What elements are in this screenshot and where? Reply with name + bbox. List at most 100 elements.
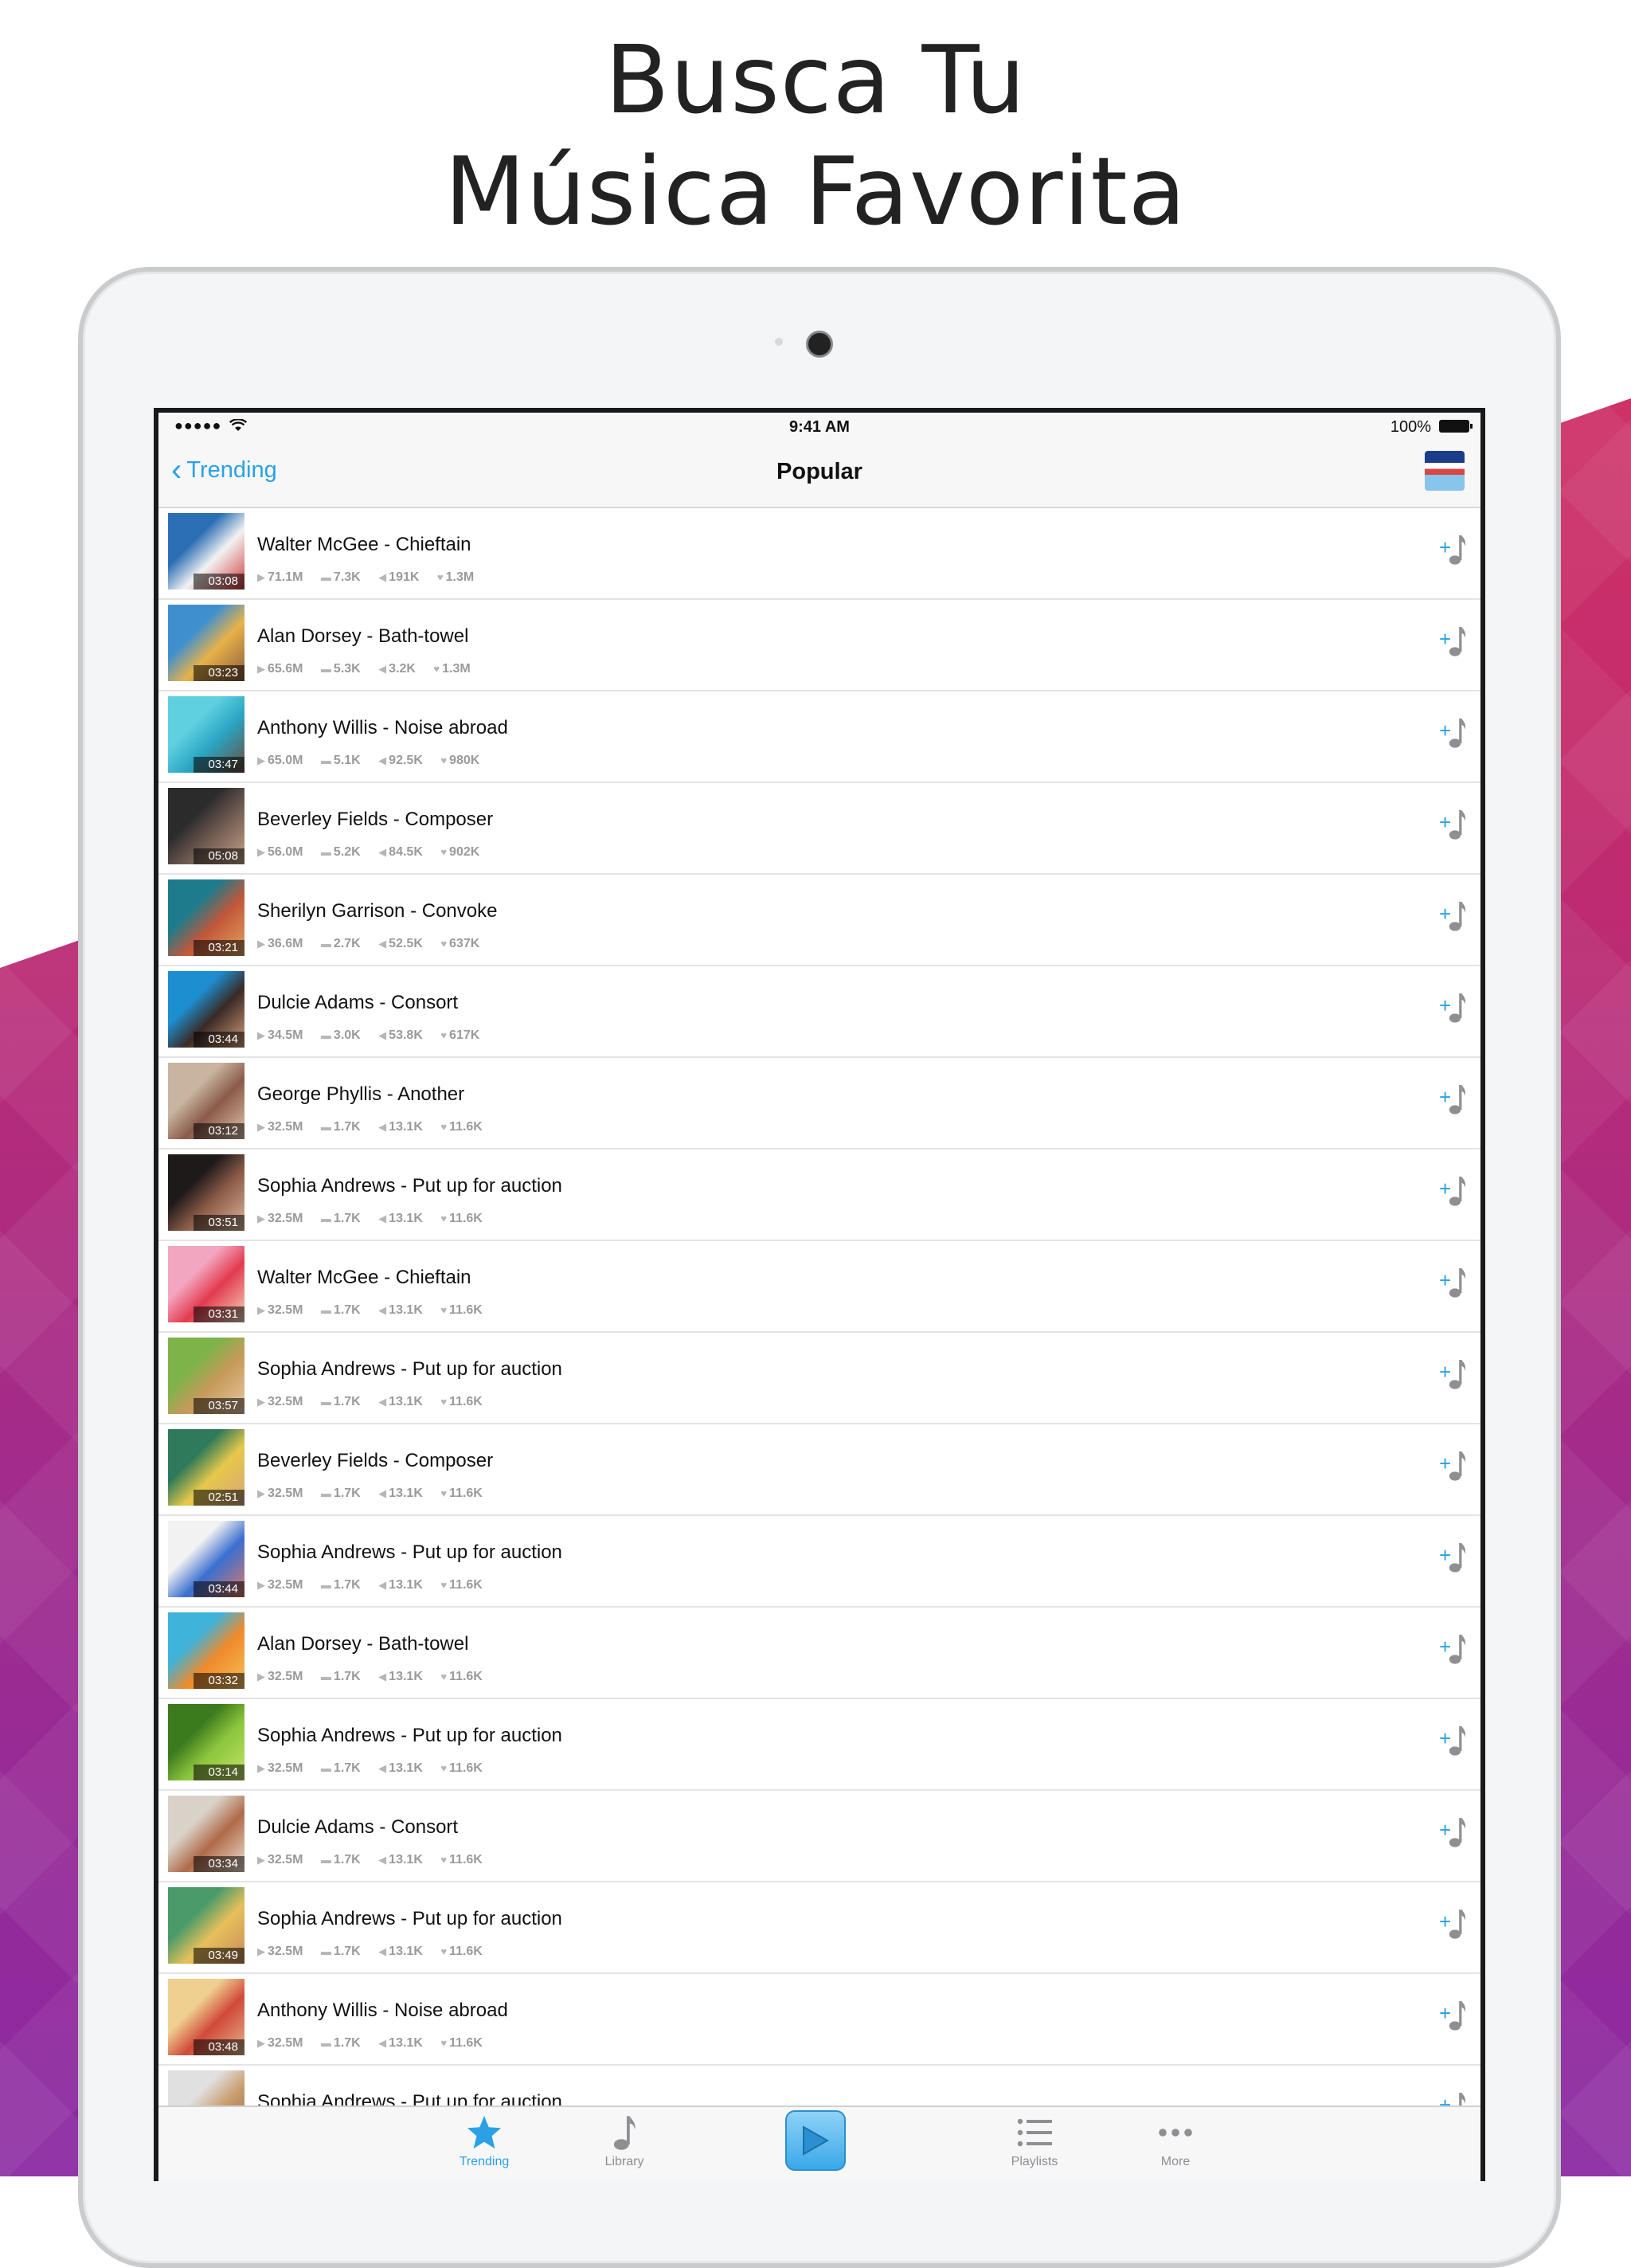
add-to-playlist-button[interactable]: + — [1439, 534, 1471, 569]
track-duration: 03:32 — [194, 1673, 244, 1689]
track-thumbnail: 03:34 — [168, 1796, 244, 1872]
heart-icon: ♥ — [440, 846, 448, 858]
comment-count: 1.7K — [333, 1487, 361, 1500]
repost-icon: ◀ — [378, 846, 387, 858]
comment-icon: ▬ — [320, 1945, 331, 1957]
comment-icon: ▬ — [320, 1304, 331, 1316]
track-row[interactable]: 03:49 Sophia Andrews - Put up for auctio… — [158, 1882, 1480, 1974]
track-title: Sophia Andrews - Put up for auction — [257, 1541, 562, 1563]
add-to-playlist-button[interactable]: + — [1439, 717, 1471, 752]
track-row[interactable]: 03:21 Sherilyn Garrison - Convoke ▶ 36.6M… — [158, 875, 1480, 966]
track-row[interactable]: 03:48 Anthony Willis - Noise abroad ▶ 32.… — [158, 1974, 1480, 2066]
track-row[interactable]: 05:08 Beverley Fields - Composer ▶ 56.0M … — [158, 783, 1480, 875]
track-row[interactable]: 03:08 Walter McGee - Chieftain ▶ 71.1M ▬ 7… — [158, 508, 1480, 600]
play-count: 32.5M — [268, 1853, 303, 1866]
comment-count: 1.7K — [333, 1395, 361, 1408]
like-count: 1.3M — [442, 662, 471, 676]
like-count: 11.6K — [449, 2036, 483, 2050]
repost-icon: ◀ — [378, 1671, 387, 1682]
heart-icon: ♥ — [440, 1487, 448, 1499]
track-stats: ▶32.5M ▬1.7K ◀13.1K ♥11.6K — [257, 1120, 497, 1134]
track-thumbnail: 03:31 — [168, 1246, 244, 1322]
add-to-playlist-button[interactable]: + — [1439, 2000, 1471, 2035]
comment-count: 1.7K — [333, 1761, 361, 1775]
tab-playlists[interactable]: Playlists — [991, 2113, 1078, 2169]
track-stats: ▶32.5M ▬1.7K ◀13.1K ♥11.6K — [257, 1761, 497, 1776]
comment-icon: ▬ — [320, 663, 331, 675]
comment-count: 5.2K — [333, 845, 361, 859]
status-time: 9:41 AM — [789, 418, 850, 436]
track-row[interactable]: 03:31 Walter McGee - Chieftain ▶ 32.5M ▬ 1… — [158, 1241, 1480, 1333]
track-thumbnail: 03:21 — [168, 879, 244, 956]
add-to-playlist-button[interactable]: + — [1439, 1083, 1471, 1118]
track-row[interactable]: 03:34 Dulcie Adams - Consort ▶ 32.5M ▬ 1.7… — [158, 1791, 1480, 1882]
track-row[interactable]: 03:44 Dulcie Adams - Consort ▶ 34.5M ▬ 3.0… — [158, 966, 1480, 1058]
track-thumbnail: 03:12 — [168, 1063, 244, 1139]
track-duration: 03:44 — [194, 1032, 244, 1048]
comment-icon: ▬ — [320, 938, 331, 950]
play-count-icon: ▶ — [257, 1854, 265, 1866]
repost-icon: ◀ — [378, 1029, 387, 1041]
navigation-bar: ‹ Trending Popular — [158, 441, 1480, 508]
tab-trending[interactable]: Trending — [440, 2113, 528, 2169]
track-title: Dulcie Adams - Consort — [257, 1816, 459, 1838]
track-row[interactable]: 03:47 Anthony Willis - Noise abroad ▶ 65.… — [158, 691, 1480, 783]
comment-count: 2.7K — [333, 937, 361, 950]
add-to-playlist-button[interactable]: + — [1439, 992, 1471, 1027]
track-row[interactable]: 03:14 Sophia Andrews - Put up for auctio… — [158, 1699, 1480, 1791]
add-to-playlist-button[interactable]: + — [1439, 1450, 1471, 1485]
add-to-playlist-button[interactable]: + — [1439, 1816, 1471, 1851]
comment-count: 1.7K — [333, 1670, 361, 1683]
track-row[interactable]: 03:51 Sophia Andrews - Put up for auctio… — [158, 1150, 1480, 1241]
play-count: 32.5M — [268, 1670, 303, 1683]
add-to-playlist-button[interactable]: + — [1439, 1908, 1471, 1943]
add-to-playlist-button[interactable]: + — [1439, 1267, 1471, 1302]
repost-count: 52.5K — [389, 937, 423, 950]
add-to-playlist-button[interactable]: + — [1439, 1175, 1471, 1210]
repost-icon: ◀ — [378, 1304, 387, 1316]
like-count: 617K — [449, 1028, 480, 1042]
track-duration: 03:51 — [194, 1215, 244, 1231]
track-title: George Phyllis - Another — [257, 1083, 465, 1105]
tab-library[interactable]: Library — [581, 2113, 668, 2169]
track-title: Dulcie Adams - Consort — [257, 992, 459, 1013]
now-playing-button[interactable] — [785, 2110, 846, 2171]
track-stats: ▶ 65.6M ▬ 5.3K ◀ 3.2K ♥ 1.3M — [257, 662, 485, 676]
comment-icon: ▬ — [320, 1396, 331, 1408]
comment-count: 1.7K — [333, 1212, 361, 1225]
tab-more[interactable]: More — [1132, 2113, 1219, 2169]
music-note-icon — [1449, 1910, 1466, 1939]
add-to-playlist-button[interactable]: + — [1439, 900, 1471, 935]
repost-count: 13.1K — [389, 1487, 423, 1500]
track-title: Walter McGee - Chieftain — [257, 534, 471, 555]
add-to-playlist-button[interactable]: + — [1439, 1633, 1471, 1668]
track-row[interactable]: 02:51 Beverley Fields - Composer ▶ 32.5M … — [158, 1424, 1480, 1516]
heart-icon: ♥ — [433, 663, 440, 675]
add-to-playlist-button[interactable]: + — [1439, 1358, 1471, 1393]
play-count: 32.5M — [268, 1578, 303, 1592]
repost-icon: ◀ — [378, 2037, 387, 2049]
track-row[interactable]: 03:32 Alan Dorsey - Bath-towel ▶ 32.5M ▬ 1… — [158, 1608, 1480, 1699]
comment-count: 1.7K — [333, 1578, 361, 1592]
track-row[interactable]: 03:23 Alan Dorsey - Bath-towel ▶ 65.6M ▬ 5… — [158, 600, 1480, 691]
track-thumbnail: 03:51 — [168, 1154, 244, 1231]
add-to-playlist-button[interactable]: + — [1439, 1541, 1471, 1577]
avatar[interactable] — [1425, 451, 1465, 491]
add-to-playlist-button[interactable]: + — [1439, 1725, 1471, 1760]
like-count: 11.6K — [449, 1303, 483, 1317]
repost-count: 13.1K — [389, 1670, 423, 1683]
play-count-icon: ▶ — [257, 1396, 265, 1408]
track-row[interactable]: 03:57 Sophia Andrews - Put up for auctio… — [158, 1333, 1480, 1424]
music-note-icon — [1449, 1268, 1466, 1298]
comment-count: 5.3K — [333, 662, 361, 676]
add-to-playlist-button[interactable]: + — [1439, 809, 1471, 844]
like-count: 902K — [449, 845, 480, 859]
repost-icon: ◀ — [378, 938, 387, 950]
track-duration: 03:08 — [194, 574, 244, 590]
track-thumbnail: 03:44 — [168, 971, 244, 1048]
play-count: 32.5M — [268, 1395, 303, 1408]
track-row[interactable]: 03:44 Sophia Andrews - Put up for auctio… — [158, 1516, 1480, 1608]
track-stats: ▶32.5M ▬1.7K ◀13.1K ♥11.6K — [257, 1487, 497, 1501]
track-row[interactable]: 03:12 George Phyllis - Another ▶ 32.5M ▬ 1… — [158, 1058, 1480, 1150]
add-to-playlist-button[interactable]: + — [1439, 625, 1471, 660]
